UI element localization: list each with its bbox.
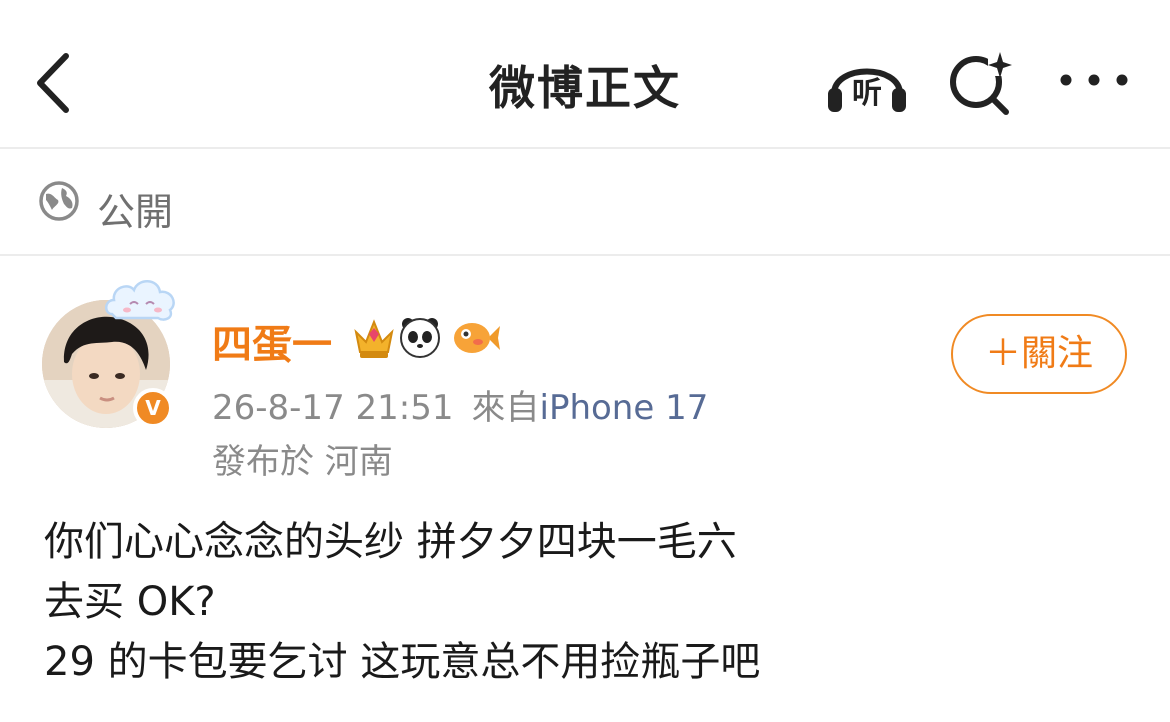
listen-label: 听 bbox=[852, 76, 882, 111]
more-button[interactable] bbox=[1056, 60, 1132, 100]
verified-badge: V bbox=[133, 388, 173, 428]
goldfish-icon bbox=[454, 323, 500, 353]
author-name[interactable]: 四蛋一 bbox=[212, 312, 332, 370]
post-timestamp: 26-8-17 21:51 bbox=[212, 388, 454, 428]
visibility-row: 公開 bbox=[0, 149, 1170, 254]
post-content-line: 去买 OK? bbox=[44, 579, 216, 625]
search-button[interactable] bbox=[944, 46, 1016, 116]
post-content-line: 29 的卡包要乞讨 这玩意总不用捡瓶子吧 bbox=[44, 639, 761, 685]
visibility-label: 公開 bbox=[97, 190, 174, 234]
more-horizontal-icon bbox=[1060, 74, 1128, 86]
top-nav-bar: 微博正文 听 bbox=[0, 0, 1170, 148]
post-location: 發布於 河南 bbox=[212, 442, 393, 482]
post-content-line: 你们心心念念的头纱 拼夕夕四块一毛六 bbox=[44, 519, 737, 565]
post-source-prefix: 來自 bbox=[471, 388, 540, 428]
weibo-post-page: 微博正文 听 公開 V 四蛋一 26-8-17 21:51 來自iPhone 1… bbox=[0, 0, 1170, 722]
follow-button[interactable]: ＋關注 bbox=[951, 314, 1127, 394]
author-avatar[interactable]: V bbox=[40, 270, 180, 430]
author-badges bbox=[354, 318, 500, 358]
crown-icon bbox=[354, 319, 394, 358]
search-sparkle-icon bbox=[950, 52, 1012, 115]
divider bbox=[0, 254, 1170, 256]
headphones-icon: 听 bbox=[828, 68, 906, 112]
globe-icon bbox=[39, 181, 79, 221]
panda-icon bbox=[400, 318, 440, 358]
listen-button[interactable]: 听 bbox=[824, 46, 910, 116]
post-device-link[interactable]: iPhone 17 bbox=[540, 388, 709, 428]
cloud-pendant-icon bbox=[105, 280, 175, 321]
post-content: 你们心心念念的头纱 拼夕夕四块一毛六 去买 OK? 29 的卡包要乞讨 这玩意总… bbox=[44, 514, 1134, 694]
post-meta: 26-8-17 21:51 來自iPhone 17 bbox=[212, 380, 708, 429]
